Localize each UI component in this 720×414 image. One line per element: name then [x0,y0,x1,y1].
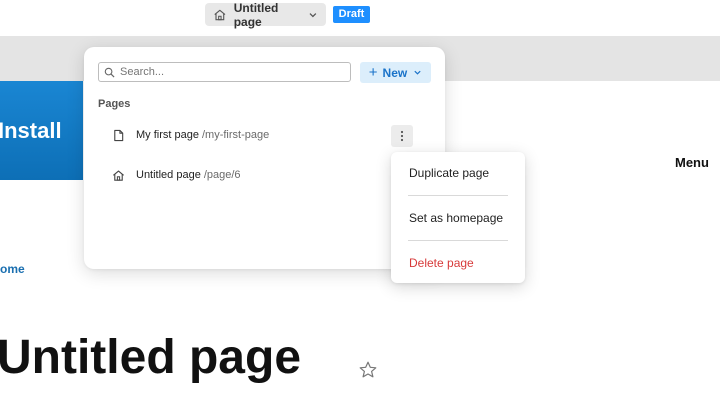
page-list-item[interactable]: My first page /my-first-page [112,125,269,145]
install-label: Install [0,117,62,143]
current-page-name: Untitled page [233,0,279,29]
page-list-item[interactable]: Untitled page /page/6 [112,165,241,185]
duplicate-page-item[interactable]: Duplicate page [409,166,489,180]
more-vertical-icon [400,130,404,142]
install-button[interactable]: Install [0,81,83,180]
new-page-label: New [382,65,408,80]
editor-topbar: Untitled page Draft [0,0,720,36]
pages-section-label: Pages [98,98,131,110]
page-path: /my-first-page [201,129,270,141]
page-context-menu: Duplicate page Set as homepage Delete pa… [391,152,525,283]
search-icon [104,67,115,78]
page-title: Untitled page [0,331,302,384]
search-field[interactable] [98,62,351,82]
page-switcher-button[interactable]: Untitled page [205,0,326,29]
menu-divider [408,195,508,196]
star-icon[interactable] [358,360,378,380]
set-homepage-item[interactable]: Set as homepage [409,211,503,225]
home-icon [113,169,124,181]
menu-divider [408,240,508,241]
search-input[interactable] [120,66,320,78]
breadcrumb-home-link[interactable]: ome [0,262,25,276]
new-page-button[interactable]: + New [360,62,431,83]
chevron-down-icon [414,70,421,75]
status-badge: Draft [333,6,370,23]
site-menu-link[interactable]: Menu [675,155,709,170]
page-name: My first page [136,129,199,141]
page-options-button[interactable] [391,125,413,147]
delete-page-item[interactable]: Delete page [409,256,474,270]
page-name: Untitled page [136,169,201,181]
home-icon [214,9,226,20]
plus-icon: + [368,64,378,81]
page-path: /page/6 [203,169,241,181]
file-icon [114,129,124,141]
chevron-down-icon [309,12,317,17]
